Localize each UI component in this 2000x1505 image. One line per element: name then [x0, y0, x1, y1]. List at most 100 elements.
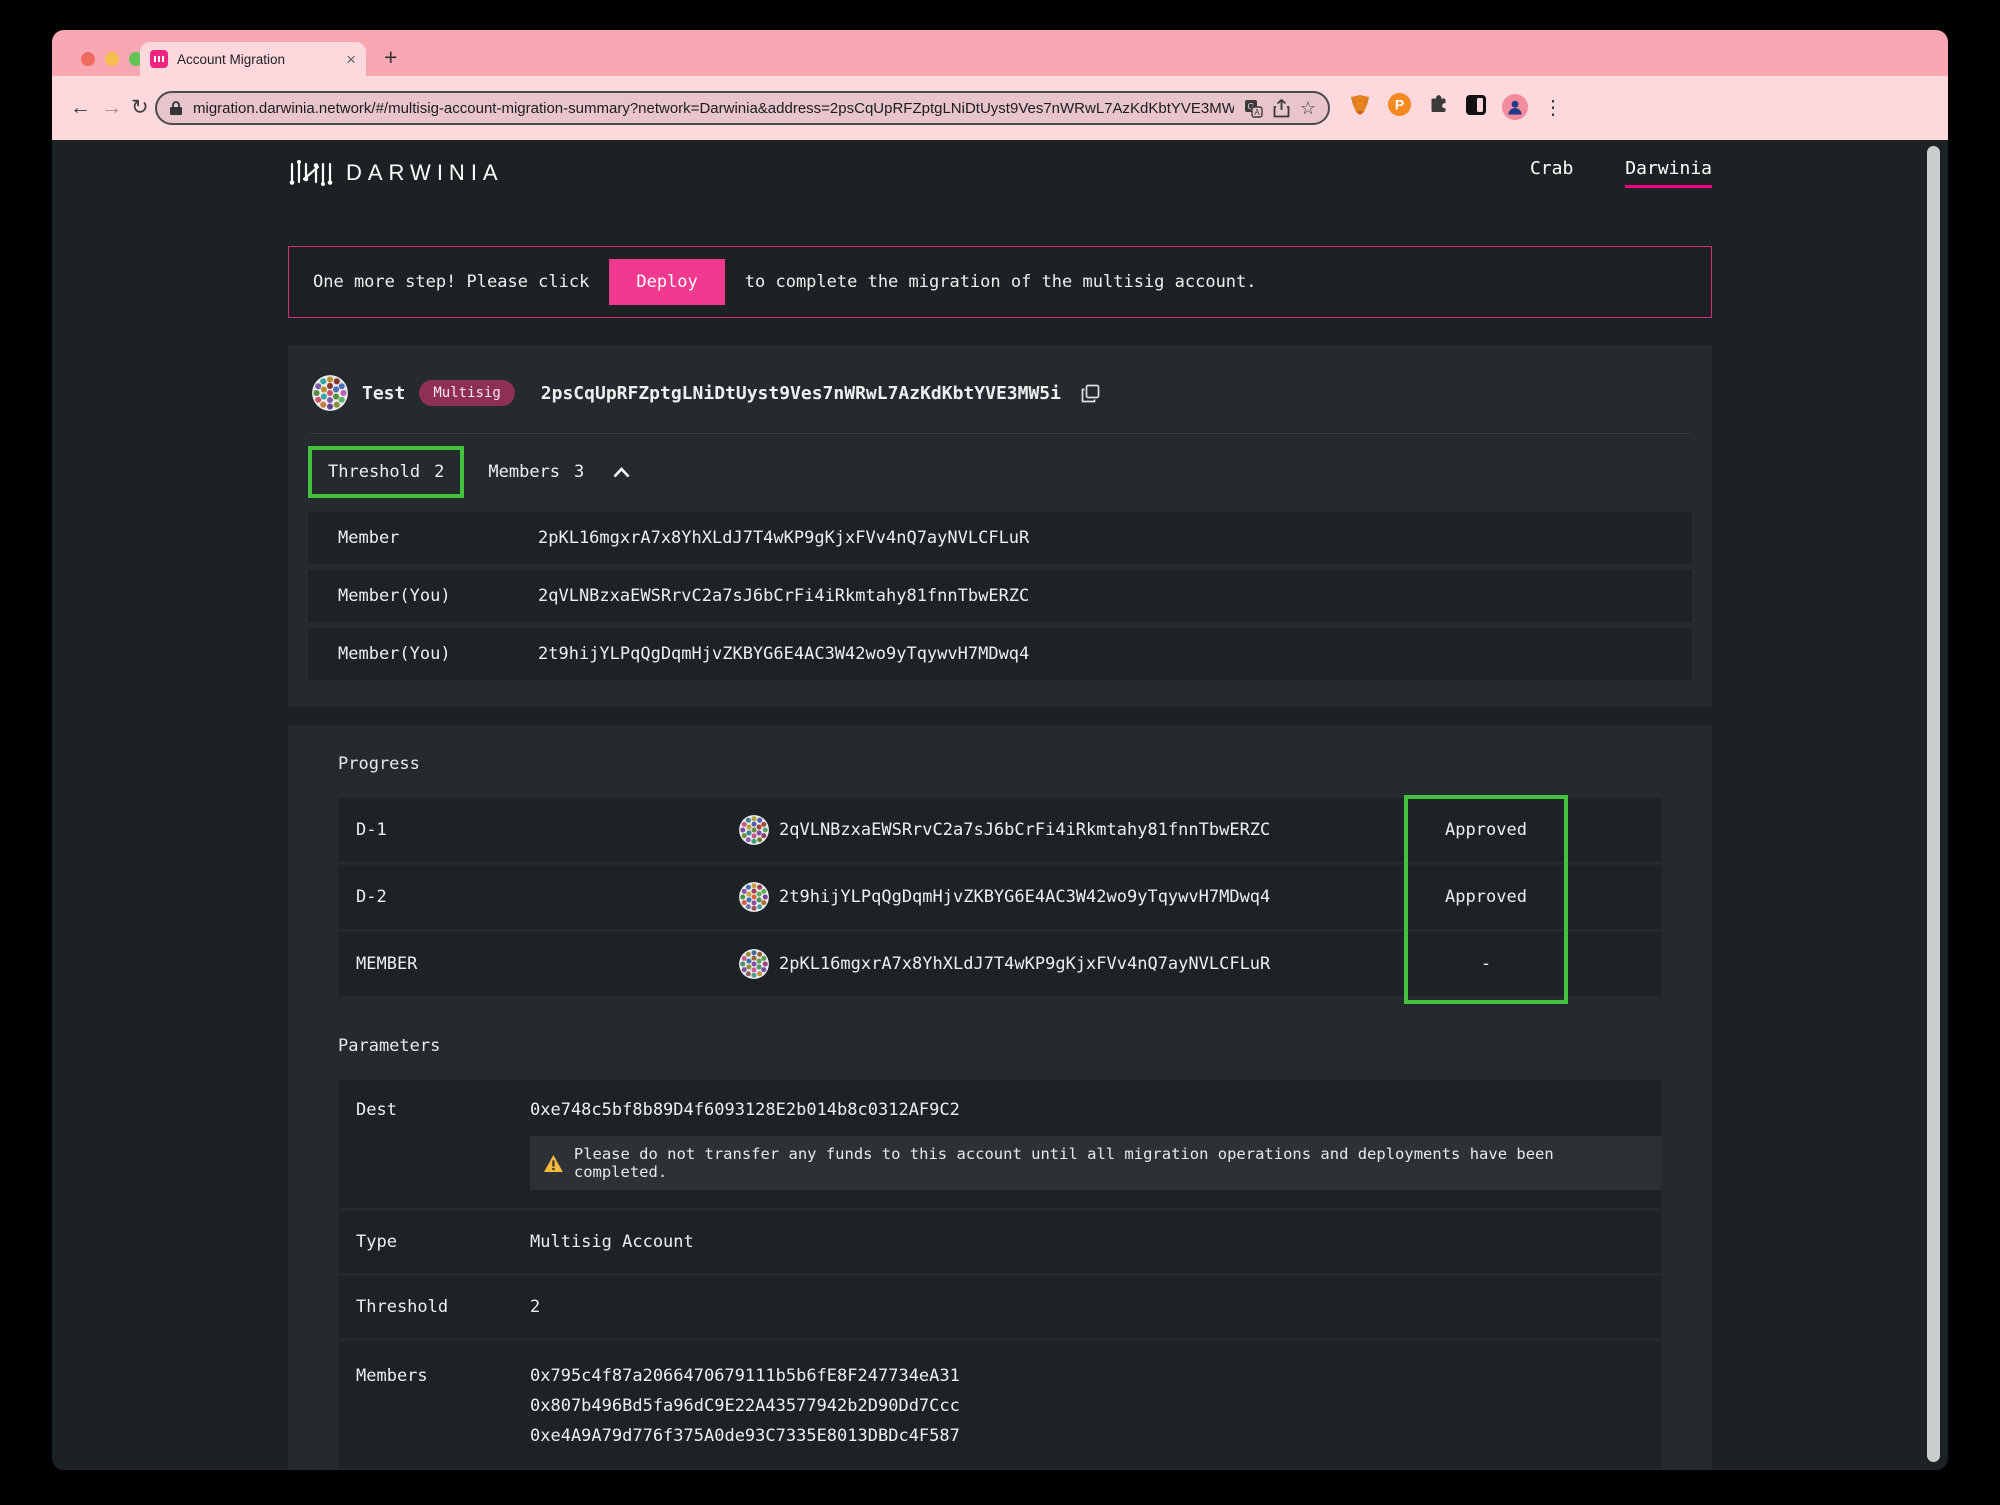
param-value: Multisig Account — [530, 1232, 694, 1252]
param-label: Dest — [356, 1100, 530, 1120]
member-row: Member(You) 2qVLNBzxaEWSRrvC2a7sJ6bCrFi4… — [308, 570, 1692, 622]
reload-icon[interactable]: ↻ — [131, 94, 149, 122]
threshold-value: 2 — [434, 462, 444, 482]
progress-row: MEMBER 2pKL16mgxrA7x8YhXLdJ7T4wKP9gKjxFV… — [338, 932, 1662, 996]
param-row-type: Type Multisig Account — [338, 1211, 1662, 1273]
browser-toolbar: ← → ↻ migration.darwinia.network/#/multi… — [52, 76, 1948, 140]
deploy-alert-banner: One more step! Please click Deploy to co… — [288, 246, 1712, 318]
param-label: Type — [356, 1232, 530, 1252]
members-label: Members — [488, 462, 560, 482]
tab-account-migration[interactable]: Account Migration × — [140, 42, 366, 76]
extensions-puzzle-icon[interactable] — [1427, 93, 1450, 121]
account-divider — [310, 433, 1690, 434]
polkadot-extension-icon[interactable]: P — [1387, 92, 1412, 122]
sidepanel-icon[interactable] — [1465, 94, 1487, 121]
site-favicon — [150, 50, 168, 68]
translate-icon[interactable]: GA — [1244, 99, 1263, 118]
progress-status: - — [1407, 954, 1565, 974]
identicon-avatar — [739, 949, 769, 979]
network-nav: Crab Darwinia — [1530, 158, 1712, 188]
copy-address-icon[interactable] — [1081, 384, 1100, 403]
param-row-members: Members 0x795c4f87a2066470679111b5b6fE8F… — [338, 1341, 1662, 1469]
migration-detail-card: Progress D-1 2qVLNBzxaEWSRrvC2a7sJ6bCrFi… — [288, 726, 1712, 1470]
page-content: DARWINIA Crab Darwinia One more step! Pl… — [52, 140, 1948, 1470]
parameters-title: Parameters — [338, 1036, 1662, 1056]
progress-account: 2t9hijYLPqQgDqmHjvZKBYG6E4AC3W42wo9yTqyw… — [739, 882, 1407, 912]
member-row: Member(You) 2t9hijYLPqQgDqmHjvZKBYG6E4AC… — [308, 628, 1692, 680]
deploy-button[interactable]: Deploy — [609, 259, 724, 305]
warning-text: Please do not transfer any funds to this… — [574, 1145, 1649, 1181]
param-row-dest: Dest 0xe748c5bf8b89D4f6093128E2b014b8c03… — [338, 1080, 1662, 1208]
account-name: Test — [362, 383, 405, 404]
account-summary-row: Test Multisig 2psCqUpRFZptgLNiDtUyst9Ves… — [308, 365, 1692, 421]
identicon-avatar — [739, 815, 769, 845]
dest-warning: Please do not transfer any funds to this… — [530, 1136, 1662, 1190]
progress-row: D-1 2qVLNBzxaEWSRrvC2a7sJ6bCrFi4iRkmtahy… — [338, 798, 1662, 862]
new-tab-button[interactable]: + — [384, 44, 397, 71]
screenshot-stage: Account Migration × + ← → ↻ migration.da… — [0, 0, 2000, 1505]
member-role-label: Member(You) — [338, 586, 538, 606]
dest-address: 0xe748c5bf8b89D4f6093128E2b014b8c0312AF9… — [530, 1100, 1662, 1120]
multisig-badge: Multisig — [419, 380, 514, 406]
url-text[interactable]: migration.darwinia.network/#/multisig-ac… — [193, 100, 1234, 117]
nav-item-crab[interactable]: Crab — [1530, 158, 1573, 188]
progress-row: D-2 2t9hijYLPqQgDqmHjvZKBYG6E4AC3W42wo9y… — [338, 865, 1662, 929]
account-address: 2psCqUpRFZptgLNiDtUyst9Ves7nWRwL7AzKdKbt… — [541, 383, 1061, 404]
param-label: Threshold — [356, 1297, 530, 1317]
tab-strip: Account Migration × + — [52, 30, 1948, 76]
metamask-icon[interactable] — [1348, 93, 1372, 122]
back-icon[interactable]: ← — [70, 94, 91, 122]
progress-status: Approved — [1407, 820, 1565, 840]
account-card: Test Multisig 2psCqUpRFZptgLNiDtUyst9Ves… — [288, 345, 1712, 706]
tab-close-icon[interactable]: × — [346, 51, 356, 68]
profile-avatar[interactable] — [1502, 94, 1528, 120]
lock-icon — [169, 100, 183, 116]
identicon-avatar — [739, 882, 769, 912]
darwinia-logo-icon — [288, 159, 334, 187]
nav-item-darwinia[interactable]: Darwinia — [1625, 158, 1712, 188]
account-identicon — [312, 375, 348, 411]
param-member-address: 0xe4A9A79d776f375A0de93C7335E8013DBDc4F5… — [530, 1421, 960, 1451]
member-row: Member 2pKL16mgxrA7x8YhXLdJ7T4wKP9gKjxFV… — [308, 512, 1692, 564]
share-icon[interactable] — [1273, 99, 1290, 118]
forward-icon[interactable]: → — [101, 94, 122, 122]
param-label: Members — [356, 1361, 530, 1391]
url-bar[interactable]: migration.darwinia.network/#/multisig-ac… — [155, 91, 1330, 125]
window-controls — [81, 52, 143, 66]
member-address: 2pKL16mgxrA7x8YhXLdJ7T4wKP9gKjxFVv4nQ7ay… — [538, 528, 1029, 548]
darwinia-logo[interactable]: DARWINIA — [288, 159, 504, 187]
progress-status: Approved — [1407, 887, 1565, 907]
bookmark-star-icon[interactable]: ☆ — [1300, 99, 1316, 117]
close-window-button[interactable] — [81, 52, 95, 66]
chevron-up-icon[interactable] — [612, 466, 631, 479]
threshold-label: Threshold — [328, 462, 420, 482]
site-header: DARWINIA Crab Darwinia — [288, 140, 1712, 206]
progress-address: 2pKL16mgxrA7x8YhXLdJ7T4wKP9gKjxFVv4nQ7ay… — [779, 954, 1270, 974]
progress-address: 2t9hijYLPqQgDqmHjvZKBYG6E4AC3W42wo9yTqyw… — [779, 887, 1270, 907]
member-role-label: Member(You) — [338, 644, 538, 664]
svg-text:P: P — [1395, 97, 1404, 113]
warning-icon — [543, 1154, 564, 1173]
alert-text-before: One more step! Please click — [313, 272, 589, 292]
scrollbar-thumb[interactable] — [1927, 146, 1940, 1462]
param-member-address: 0x795c4f87a2066470679111b5b6fE8F247734eA… — [530, 1361, 960, 1391]
param-member-address: 0x807b496Bd5fa96dC9E22A43577942b2D90Dd7C… — [530, 1391, 960, 1421]
progress-row-label: MEMBER — [356, 954, 739, 974]
progress-account: 2qVLNBzxaEWSRrvC2a7sJ6bCrFi4iRkmtahy81fn… — [739, 815, 1407, 845]
members-toggle[interactable]: Members 3 — [488, 462, 631, 482]
progress-row-label: D-2 — [356, 887, 739, 907]
tab-title: Account Migration — [177, 52, 337, 67]
progress-table: D-1 2qVLNBzxaEWSRrvC2a7sJ6bCrFi4iRkmtahy… — [338, 798, 1662, 996]
browser-window: Account Migration × + ← → ↻ migration.da… — [52, 30, 1948, 1470]
annotation-box-threshold: Threshold 2 — [308, 446, 464, 498]
progress-title: Progress — [338, 754, 1662, 774]
member-list: Member 2pKL16mgxrA7x8YhXLdJ7T4wKP9gKjxFV… — [308, 512, 1692, 680]
member-address: 2qVLNBzxaEWSRrvC2a7sJ6bCrFi4iRkmtahy81fn… — [538, 586, 1029, 606]
progress-address: 2qVLNBzxaEWSRrvC2a7sJ6bCrFi4iRkmtahy81fn… — [779, 820, 1270, 840]
minimize-window-button[interactable] — [105, 52, 119, 66]
member-address: 2t9hijYLPqQgDqmHjvZKBYG6E4AC3W42wo9yTqyw… — [538, 644, 1029, 664]
browser-menu-icon[interactable]: ⋮ — [1543, 95, 1563, 120]
progress-account: 2pKL16mgxrA7x8YhXLdJ7T4wKP9gKjxFVv4nQ7ay… — [739, 949, 1407, 979]
svg-text:A: A — [1254, 108, 1260, 117]
member-role-label: Member — [338, 528, 538, 548]
